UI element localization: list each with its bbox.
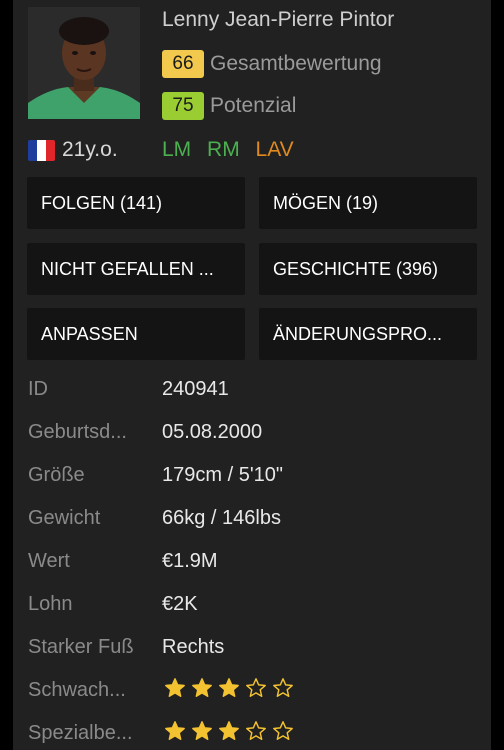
potential-rating: 75 Potenzial — [162, 92, 296, 120]
change-proposal-button-label: ÄNDERUNGSPRO... — [273, 323, 443, 344]
star-filled-icon — [219, 721, 239, 740]
info-value: Rechts — [162, 636, 225, 658]
info-label: ID — [28, 378, 48, 400]
star-empty-icon — [246, 678, 266, 697]
skill-moves-stars — [164, 720, 299, 742]
change-proposal-button[interactable]: ÄNDERUNGSPRO... — [259, 308, 477, 360]
star-empty-icon — [246, 721, 266, 740]
dislike-button[interactable]: NICHT GEFALLEN ... — [27, 243, 245, 295]
potential-rating-label: Potenzial — [210, 94, 297, 117]
rating-label: Spezialbe... — [28, 722, 133, 744]
star-empty-icon — [273, 721, 293, 740]
overall-rating-label: Gesamtbewertung — [210, 52, 382, 75]
info-label: Geburtsd... — [28, 421, 127, 443]
info-value: €1.9M — [162, 550, 218, 572]
weak-foot-stars — [164, 677, 299, 699]
info-value: 05.08.2000 — [162, 421, 263, 443]
dislike-button-label: NICHT GEFALLEN ... — [41, 258, 214, 279]
info-label: Wert — [28, 550, 70, 572]
player-photo — [28, 7, 140, 119]
info-label: Starker Fuß — [28, 636, 134, 658]
customize-button[interactable]: ANPASSEN — [27, 308, 245, 360]
player-name: Lenny Jean-Pierre Pintor — [162, 8, 395, 31]
overall-rating-badge: 66 — [162, 50, 204, 78]
info-value: 66kg / 146lbs — [162, 507, 281, 529]
follow-button[interactable]: FOLGEN (141) — [27, 177, 245, 229]
history-button[interactable]: GESCHICHTE (396) — [259, 243, 477, 295]
info-value: 240941 — [162, 378, 229, 400]
like-button[interactable]: MÖGEN (19) — [259, 177, 477, 229]
potential-rating-badge: 75 — [162, 92, 204, 120]
info-label: Lohn — [28, 593, 73, 615]
france-flag-icon — [28, 140, 55, 161]
overall-rating: 66 Gesamtbewertung — [162, 50, 382, 78]
like-button-label: MÖGEN (19) — [273, 192, 379, 213]
follow-button-label: FOLGEN (141) — [41, 192, 163, 213]
customize-button-label: ANPASSEN — [41, 323, 138, 344]
info-value: €2K — [162, 593, 198, 615]
rating-label: Schwach... — [28, 679, 126, 701]
star-filled-icon — [165, 721, 185, 740]
position-rm: RM — [207, 138, 240, 161]
star-filled-icon — [192, 721, 212, 740]
star-filled-icon — [192, 678, 212, 697]
position-lav: LAV — [255, 138, 294, 161]
positions-list: LM RM LAV — [162, 138, 304, 162]
info-label: Gewicht — [28, 507, 101, 529]
star-filled-icon — [165, 678, 185, 697]
star-filled-icon — [219, 678, 239, 697]
history-button-label: GESCHICHTE (396) — [273, 258, 439, 279]
position-lm: LM — [162, 138, 192, 161]
star-empty-icon — [273, 678, 293, 697]
info-label: Größe — [28, 464, 85, 486]
player-age: 21y.o. — [62, 138, 118, 161]
info-value: 179cm / 5'10" — [162, 464, 283, 486]
